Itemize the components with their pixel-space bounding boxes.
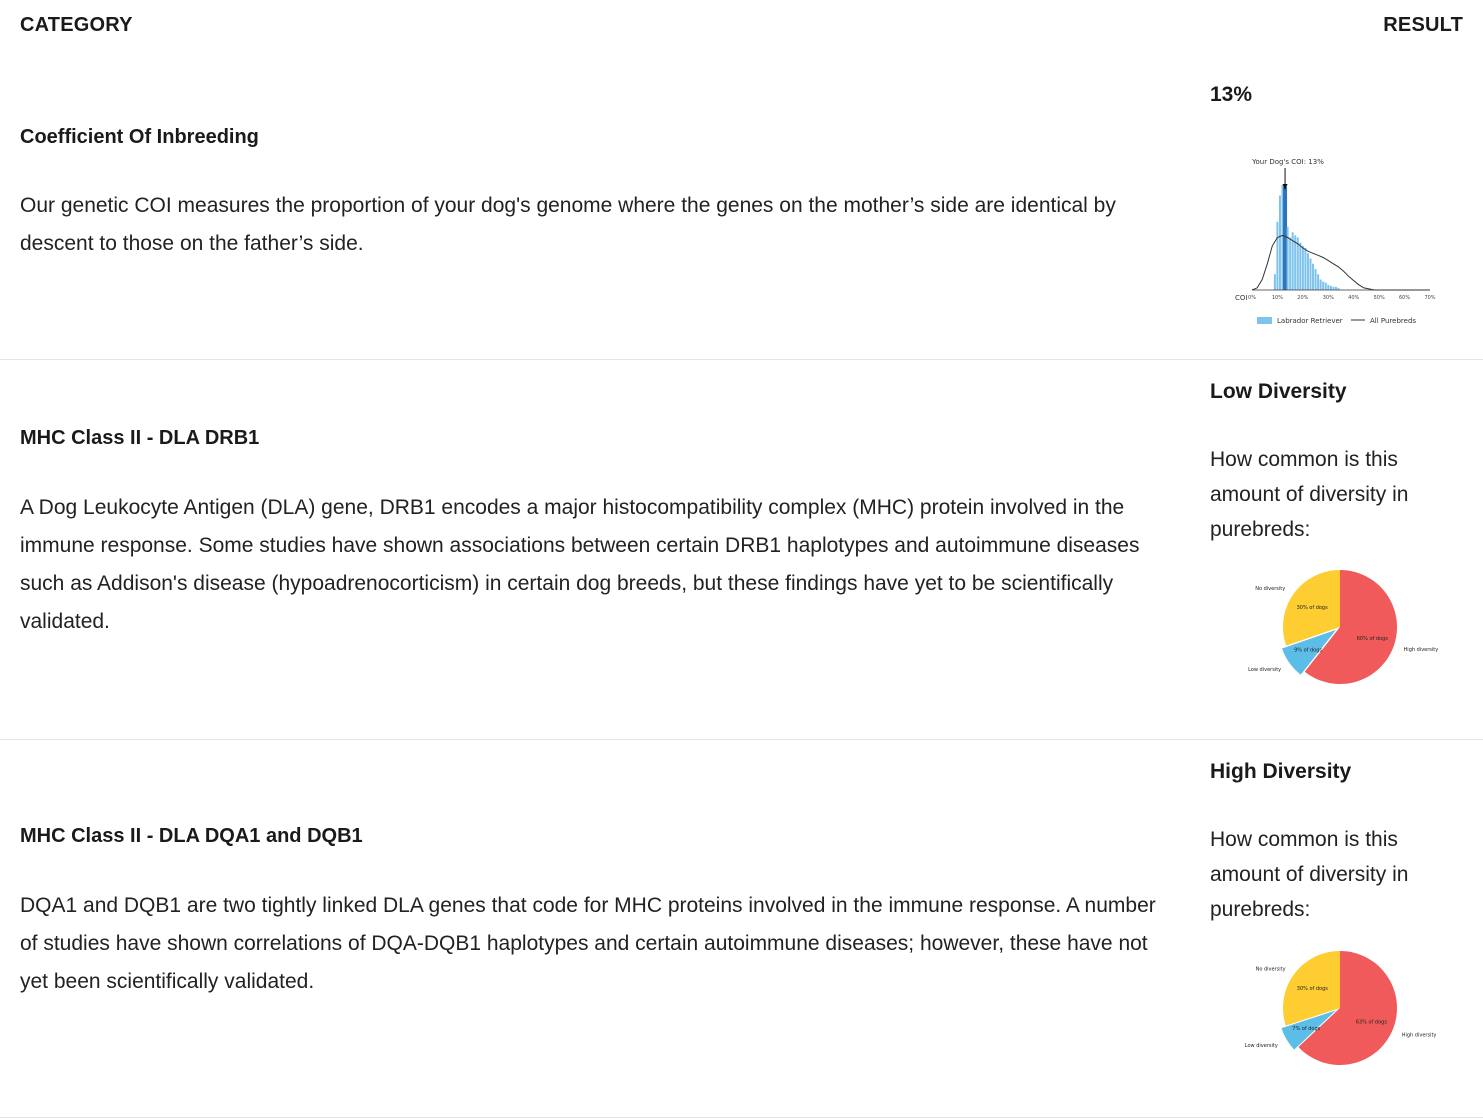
coi-bar: [1317, 274, 1320, 290]
coi-bar: [1286, 227, 1289, 290]
row-divider: [0, 1117, 1483, 1118]
table-row-dqa1-dqb1: MHC Class II - DLA DQA1 and DQB1 DQA1 an…: [0, 740, 1483, 1118]
category-title: MHC Class II - DLA DQA1 and DQB1: [20, 825, 363, 847]
pie-value-label-low-diversity: 7% of dogs: [1292, 1026, 1320, 1032]
category-description: DQA1 and DQB1 are two tightly linked DLA…: [20, 894, 1156, 993]
coi-bar: [1327, 284, 1330, 290]
coi-bar: [1289, 237, 1292, 290]
coi-bar: [1329, 285, 1332, 290]
pie-category-label-high-diversity: High diversity: [1404, 647, 1439, 653]
pie-category-label-high-diversity: High diversity: [1402, 1033, 1437, 1039]
chart-legend: Labrador Retriever All Purebreds: [1257, 317, 1416, 325]
category-title: MHC Class II - DLA DRB1: [20, 427, 260, 449]
x-tick-label: 30%: [1323, 295, 1334, 301]
x-tick-label: 10%: [1272, 295, 1283, 301]
coi-bar: [1314, 269, 1317, 290]
coi-bar: [1296, 237, 1299, 290]
x-tick-label: 0%: [1248, 295, 1256, 301]
coi-bar: [1294, 235, 1297, 290]
legend-label-all-purebreds: All Purebreds: [1370, 317, 1416, 325]
coi-bar: [1312, 263, 1315, 290]
x-tick-label: 50%: [1374, 295, 1385, 301]
coi-bar: [1324, 282, 1327, 290]
coi-annotation: Your Dog's COI: 13%: [1251, 158, 1324, 166]
table-row-coi: Coefficient Of Inbreeding Our genetic CO…: [0, 0, 1483, 360]
legend-swatch-labrador: [1257, 317, 1272, 324]
category-description: A Dog Leukocyte Antigen (DLA) gene, DRB1…: [20, 496, 1140, 633]
x-axis-label: COI: [1235, 294, 1247, 302]
category-description: Our genetic COI measures the proportion …: [20, 194, 1116, 255]
coi-bar: [1334, 286, 1337, 290]
coi-bar: [1278, 195, 1281, 290]
result-subtext: How common is this amount of diversity i…: [1210, 448, 1409, 541]
diversity-pie-chart: 60% of dogs High diversity 9% of dogs Low d…: [1248, 570, 1439, 684]
pie-category-label-low-diversity: Low diversity: [1248, 667, 1281, 673]
pie-value-label-high-diversity: 63% of dogs: [1356, 1020, 1388, 1026]
result-subtext: How common is this amount of diversity i…: [1210, 828, 1409, 921]
result-value: Low Diversity: [1210, 380, 1347, 403]
coi-bar: [1276, 221, 1279, 290]
x-tick-label: 20%: [1297, 295, 1308, 301]
pie-category-label-no-diversity: No diversity: [1255, 586, 1285, 592]
x-tick-label: 70%: [1424, 295, 1435, 301]
category-title: Coefficient Of Inbreeding: [20, 126, 259, 148]
coi-bar: [1309, 258, 1312, 290]
result-value: High Diversity: [1210, 760, 1352, 783]
table-row-drb1: MHC Class II - DLA DRB1 A Dog Leukocyte …: [0, 360, 1483, 740]
coi-bar: [1301, 245, 1304, 290]
legend-label-labrador: Labrador Retriever: [1277, 317, 1343, 325]
pie-value-label-high-diversity: 60% of dogs: [1357, 636, 1389, 642]
pie-value-label-low-diversity: 9% of dogs: [1294, 648, 1322, 654]
x-tick-label: 40%: [1348, 295, 1359, 301]
coi-bar: [1332, 286, 1335, 290]
pie-value-label-no-diversity: 30% of dogs: [1297, 605, 1329, 611]
coi-bar: [1299, 242, 1302, 290]
coi-bar: [1306, 253, 1309, 290]
pie-category-label-low-diversity: Low diversity: [1245, 1043, 1278, 1049]
pie-value-label-no-diversity: 30% of dogs: [1297, 986, 1329, 992]
pie-category-label-no-diversity: No diversity: [1256, 966, 1286, 972]
coi-bar: [1304, 248, 1307, 290]
coi-bar: [1319, 279, 1322, 290]
coi-bar: [1273, 274, 1276, 290]
coi-bar: [1322, 281, 1325, 290]
coi-histogram-chart: COI 0% 10% 20% 30% 40% 50% 60% 70% Your Dog's C…: [1235, 158, 1436, 325]
coi-bar-highlight: [1283, 187, 1288, 290]
diversity-pie-chart: 63% of dogs High diversity 7% of dogs Low d…: [1245, 951, 1437, 1065]
x-tick-label: 60%: [1399, 295, 1410, 301]
result-value: 13%: [1210, 83, 1253, 106]
